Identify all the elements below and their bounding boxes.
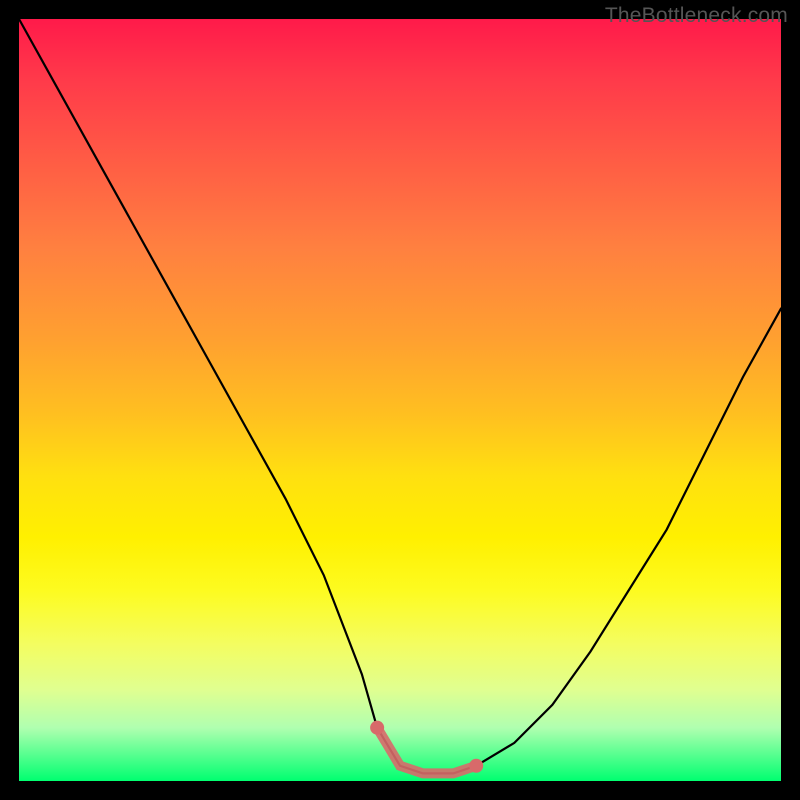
chart-plot-area — [19, 19, 781, 781]
bottleneck-curve — [19, 19, 781, 773]
optimal-zone-endpoint — [370, 721, 384, 735]
watermark-text: TheBottleneck.com — [605, 4, 788, 28]
chart-curve-svg — [19, 19, 781, 781]
optimal-zone-endpoint — [469, 759, 483, 773]
optimal-zone-marker — [377, 728, 476, 774]
